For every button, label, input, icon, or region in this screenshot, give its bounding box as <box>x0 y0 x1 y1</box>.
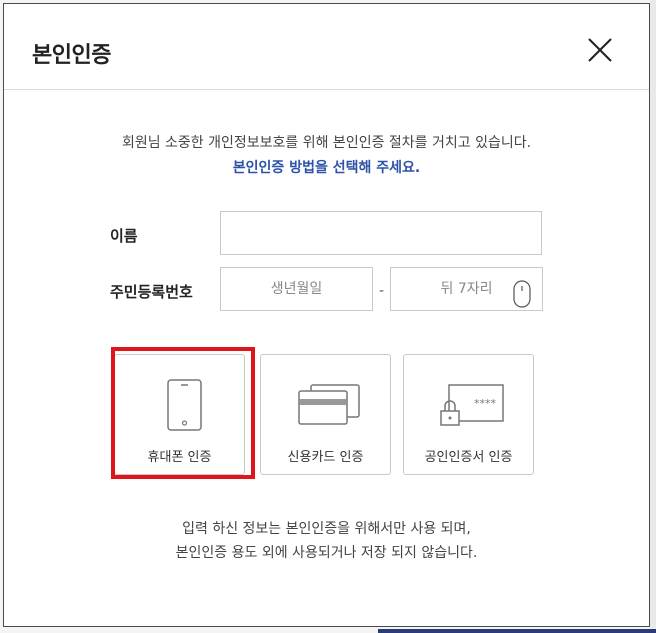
svg-text:****: **** <box>474 397 497 410</box>
scrollbar-track <box>650 0 656 633</box>
modal-header: 본인인증 <box>4 4 649 90</box>
eye-toggle-icon[interactable] <box>513 280 531 308</box>
certificate-lock-icon: **** <box>440 384 504 426</box>
method-creditcard-label: 신용카드 인증 <box>287 450 364 465</box>
modal-title: 본인인증 <box>32 43 111 68</box>
name-label: 이름 <box>110 227 138 245</box>
intro-line-1: 회원님 소중한 개인정보보호를 위해 본인인증 절차를 거치고 있습니다. <box>121 135 532 151</box>
rrn-separator: - <box>379 283 385 299</box>
close-button[interactable] <box>585 35 615 65</box>
method-certificate-button[interactable]: **** 공인인증서 인증 <box>403 354 534 475</box>
rrn-label: 주민등록번호 <box>110 283 193 301</box>
credit-card-icon <box>298 384 360 425</box>
identity-verification-modal: 본인인증 회원님 소중한 개인정보보호를 위해 본인인증 절차를 거치고 있습니… <box>3 3 650 627</box>
privacy-notice-line-1: 입력 하신 정보는 본인인증을 위해서만 사용 되며, <box>182 521 471 537</box>
privacy-notice-line-2: 본인인증 용도 외에 사용되거나 저장 되지 않습니다. <box>175 545 478 561</box>
close-icon <box>588 38 612 62</box>
method-creditcard-button[interactable]: 신용카드 인증 <box>260 354 391 475</box>
intro-text: 회원님 소중한 개인정보보호를 위해 본인인증 절차를 거치고 있습니다. 본인… <box>4 131 649 181</box>
method-certificate-label: 공인인증서 인증 <box>424 450 513 465</box>
selected-method-highlight <box>111 347 255 479</box>
birthdate-input[interactable] <box>220 267 373 311</box>
name-input[interactable] <box>220 211 542 255</box>
intro-line-2: 본인인증 방법을 선택해 주세요. <box>232 160 421 176</box>
background-navbar-strip <box>378 629 656 633</box>
privacy-notice: 입력 하신 정보는 본인인증을 위해서만 사용 되며, 본인인증 용도 외에 사… <box>4 517 649 565</box>
